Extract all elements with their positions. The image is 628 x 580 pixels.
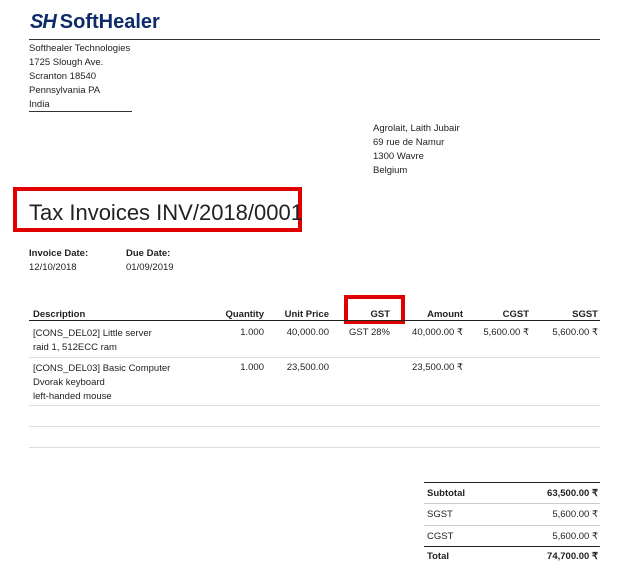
totals-top-line xyxy=(424,482,600,483)
invoice-date-label: Invoice Date: xyxy=(29,248,89,259)
col-cgst: CGST xyxy=(502,309,529,320)
row-1-detail: raid 1, 512ECC ram xyxy=(33,342,117,353)
row-2-detail-1: Dvorak keyboard xyxy=(33,377,105,388)
logo-mark: SH xyxy=(30,11,57,33)
col-gst: GST xyxy=(370,309,390,320)
row-1-product: [CONS_DEL02] Little server xyxy=(33,328,152,339)
sgst-label: SGST xyxy=(427,509,453,520)
row-2-product: [CONS_DEL03] Basic Computer xyxy=(33,363,171,374)
partner-country: Belgium xyxy=(373,165,408,176)
row-2-quantity: 1.000 xyxy=(240,362,264,373)
table-row-1-description: [CONS_DEL02] Little server raid 1, 512EC… xyxy=(33,327,152,355)
table-row-2-description: [CONS_DEL03] Basic Computer Dvorak keybo… xyxy=(33,362,170,404)
invoice-date: Invoice Date: 12/10/2018 xyxy=(29,247,88,275)
page-title: Tax Invoices INV/2018/0001 xyxy=(29,200,303,225)
cgst-label: CGST xyxy=(427,531,454,542)
empty-row-divider-1 xyxy=(29,426,600,427)
row-2-unit-price: 23,500.00 xyxy=(286,362,329,373)
col-description: Description xyxy=(33,309,86,320)
total-label: Total xyxy=(427,551,449,562)
company-address: Softhealer Technologies 1725 Slough Ave.… xyxy=(29,42,130,112)
row-1-unit-price: 40,000.00 xyxy=(286,327,329,338)
subtotal-value: 63,500.00 ₹ xyxy=(547,488,598,499)
partner-name: Agrolait, Laith Jubair xyxy=(373,123,460,134)
row-1-cgst: 5,600.00 ₹ xyxy=(483,327,529,338)
row-1-sgst: 5,600.00 ₹ xyxy=(552,327,598,338)
col-quantity: Quantity xyxy=(225,309,264,320)
company-address-underline xyxy=(29,111,132,112)
company-state: Pennsylvania PA xyxy=(29,85,101,96)
company-logo: SH SoftHealer xyxy=(30,12,160,32)
row-1-quantity: 1.000 xyxy=(240,327,264,338)
partner-address: Agrolait, Laith Jubair 69 rue de Namur 1… xyxy=(373,122,460,178)
header-divider xyxy=(29,39,600,40)
logo-text: SoftHealer xyxy=(59,11,160,33)
due-date-label: Due Date: xyxy=(126,248,171,259)
table-header-divider xyxy=(29,320,600,321)
sgst-value: 5,600.00 ₹ xyxy=(552,509,598,520)
row-1-amount: 40,000.00 ₹ xyxy=(412,327,463,338)
row-2-divider xyxy=(29,405,600,406)
col-amount: Amount xyxy=(427,309,463,320)
partner-city: 1300 Wavre xyxy=(373,151,424,162)
invoice-date-value: 12/10/2018 xyxy=(29,262,77,273)
row-2-detail-2: left-handed mouse xyxy=(33,391,112,402)
row-1-gst: GST 28% xyxy=(348,327,390,338)
totals-divider-1 xyxy=(424,503,600,504)
company-country: India xyxy=(29,99,50,110)
empty-row-divider-2 xyxy=(29,447,600,448)
row-2-amount: 23,500.00 ₹ xyxy=(412,362,463,373)
row-1-divider xyxy=(29,357,600,358)
subtotal-label: Subtotal xyxy=(427,488,465,499)
due-date-value: 01/09/2019 xyxy=(126,262,174,273)
partner-street: 69 rue de Namur xyxy=(373,137,445,148)
totals-divider-2 xyxy=(424,525,600,526)
total-value: 74,700.00 ₹ xyxy=(547,551,598,562)
totals-divider-3 xyxy=(424,546,600,547)
col-unit-price: Unit Price xyxy=(284,309,329,320)
due-date: Due Date: 01/09/2019 xyxy=(126,247,174,275)
company-street: 1725 Slough Ave. xyxy=(29,57,104,68)
col-sgst: SGST xyxy=(572,309,598,320)
company-name: Softhealer Technologies xyxy=(29,43,131,54)
cgst-value: 5,600.00 ₹ xyxy=(552,531,598,542)
company-city: Scranton 18540 xyxy=(29,71,97,82)
